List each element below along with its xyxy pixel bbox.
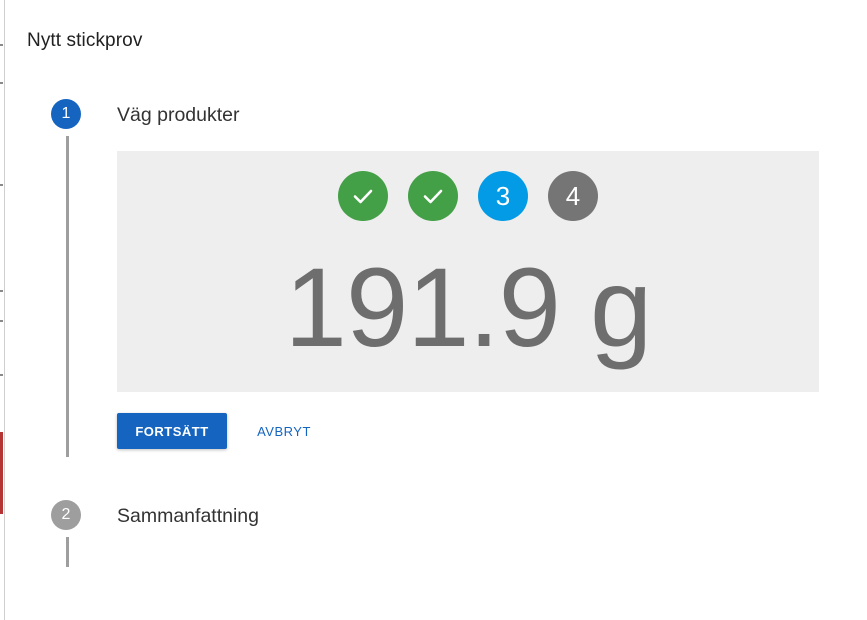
check-icon (423, 189, 443, 204)
background-mark (0, 44, 3, 46)
check-icon (353, 189, 373, 204)
step-1-number: 1 (51, 99, 81, 129)
item-2-status (408, 171, 458, 221)
step-1-connector (66, 136, 69, 457)
step-1-label: Väg produkter (117, 104, 240, 126)
background-mark (0, 82, 3, 84)
step-2-label: Sammanfattning (117, 505, 259, 527)
background-mark (0, 290, 3, 292)
background-mark (0, 184, 3, 186)
background-red-block (0, 432, 3, 514)
step-2-number: 2 (51, 500, 81, 530)
weighing-panel: 3 4 191.9 g (117, 151, 819, 392)
item-3-status: 3 (478, 171, 528, 221)
weight-readout: 191.9 g (284, 245, 653, 370)
continue-button[interactable]: FORTSÄTT (117, 413, 227, 449)
dialog: Nytt stickprov 1 Väg produkter 3 4 191.9… (5, 0, 867, 620)
item-1-status (338, 171, 388, 221)
dialog-title: Nytt stickprov (27, 30, 143, 51)
item-4-status: 4 (548, 171, 598, 221)
step-2-connector (66, 537, 69, 567)
cancel-button[interactable]: AVBRYT (241, 413, 327, 449)
background-mark (0, 374, 3, 376)
background-mark (0, 320, 3, 322)
